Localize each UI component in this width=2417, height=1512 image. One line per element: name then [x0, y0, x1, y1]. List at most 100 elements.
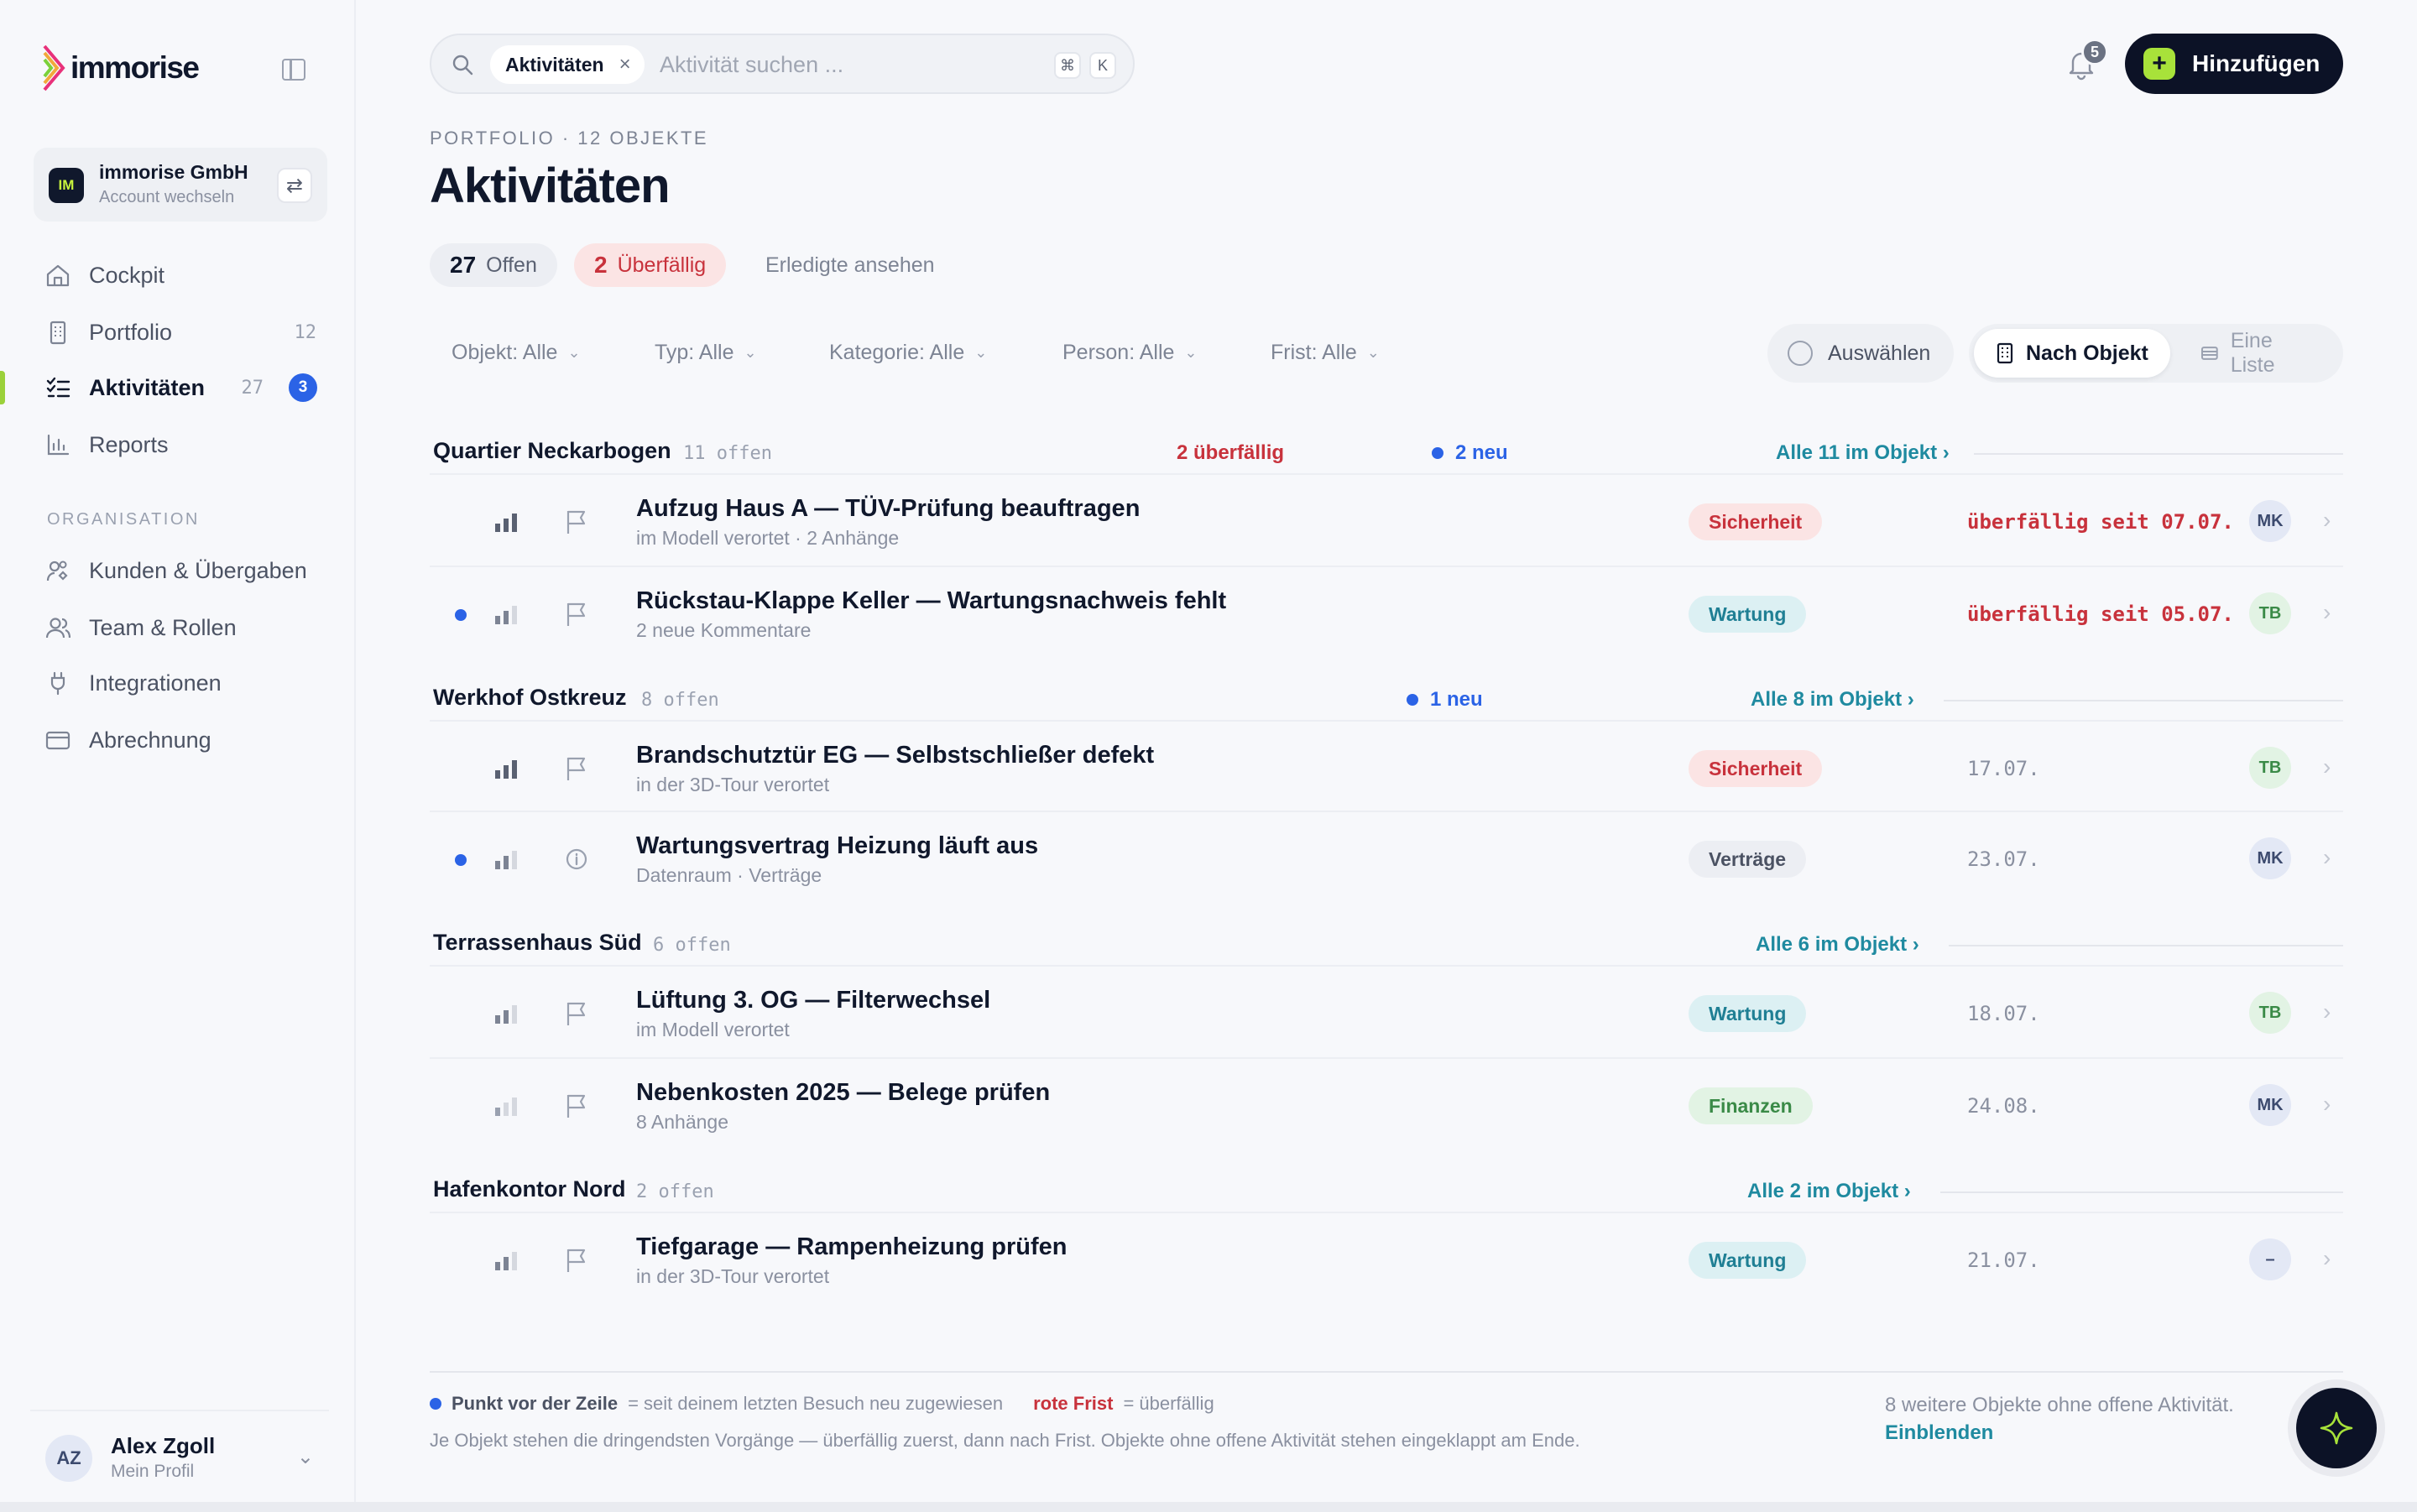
sidebar-item-abrechnung[interactable]: Abrechnung [44, 720, 321, 760]
overdue-count-badge[interactable]: 2 Überfällig [574, 243, 727, 287]
table-row[interactable]: Lüftung 3. OG — Filterwechsel im Modell … [430, 965, 2343, 1057]
home-icon [44, 261, 72, 289]
table-row[interactable]: Nebenkosten 2025 — Belege prüfen 8 Anhän… [430, 1057, 2343, 1150]
chevron-right-icon[interactable]: › [2323, 1245, 2331, 1272]
filter-label: Objekt: Alle [452, 341, 558, 364]
category-tag: Sicherheit [1689, 750, 1823, 787]
chevron-right-icon[interactable]: › [2323, 998, 2331, 1025]
search-input[interactable] [660, 47, 1012, 82]
due-date: 24.08. [1967, 1094, 2040, 1118]
assistant-button[interactable] [2296, 1388, 2377, 1468]
account-switch-label: Account wechseln [99, 188, 235, 206]
chevron-right-icon[interactable]: › [2323, 753, 2331, 780]
priority-icon [495, 606, 517, 624]
table-row[interactable]: Wartungsvertrag Heizung läuft aus Datenr… [430, 811, 2343, 903]
flag-icon[interactable] [564, 1092, 589, 1119]
assignee-avatar[interactable]: TB [2249, 592, 2291, 634]
group-all-link[interactable]: Alle 2 im Objekt › [1747, 1180, 1911, 1203]
row-subtitle: im Modell verortet [636, 1019, 790, 1040]
flag-icon[interactable] [564, 755, 589, 782]
due-date: überfällig seit 05.07. [1967, 602, 2234, 626]
plug-icon [44, 669, 72, 697]
team-icon [44, 613, 72, 642]
view-single-list[interactable]: Eine Liste [2179, 329, 2343, 378]
chevron-right-icon[interactable]: › [2323, 599, 2331, 626]
flag-icon[interactable] [564, 508, 589, 535]
group-all-link[interactable]: Alle 8 im Objekt › [1751, 688, 1914, 712]
row-subtitle: in der 3D-Tour verortet [636, 1265, 830, 1287]
chevron-right-icon[interactable]: › [2323, 844, 2331, 871]
table-row[interactable]: Rückstau-Klappe Keller — Wartungsnachwei… [430, 566, 2343, 658]
assignee-avatar[interactable]: MK [2249, 837, 2291, 879]
chevron-down-icon[interactable]: ⌄ [297, 1445, 314, 1469]
swap-icon[interactable]: ⇄ [277, 168, 312, 203]
sidebar-item-reports[interactable]: Reports [44, 425, 321, 465]
table-row[interactable]: Aufzug Haus A — TÜV-Prüfung beauftragen … [430, 473, 2343, 566]
sidebar-item-cockpit[interactable]: Cockpit [44, 255, 321, 295]
priority-icon [495, 851, 517, 869]
sidebar-item-label: Cockpit [89, 262, 165, 288]
row-subtitle: 2 neue Kommentare [636, 619, 812, 641]
filter-typ[interactable]: Typ: Alle ⌄ [655, 341, 757, 365]
bar-chart-icon [44, 430, 72, 459]
show-hidden-link[interactable]: Einblenden [1885, 1421, 1993, 1444]
view-by-object[interactable]: Nach Objekt [1974, 329, 2170, 378]
category-tag: Finanzen [1689, 1087, 1813, 1124]
assignee-avatar[interactable]: MK [2249, 1084, 2291, 1126]
due-date: 21.07. [1967, 1249, 2040, 1272]
new-dot [455, 609, 467, 621]
sidebar-item-team[interactable]: Team & Rollen [44, 607, 321, 648]
assignee-avatar[interactable]: TB [2249, 747, 2291, 789]
footer-divider [430, 1371, 2343, 1373]
profile-menu[interactable]: AZ Alex Zgoll Mein Profil ⌄ [30, 1410, 329, 1490]
search-scope-chip[interactable]: Aktivitäten × [490, 45, 645, 84]
search-bar[interactable]: Aktivitäten × ⌘ K [430, 34, 1135, 94]
open-label: Offen [486, 253, 537, 277]
group-all-label: Alle 2 im Objekt [1747, 1180, 1899, 1202]
sidebar-item-kunden[interactable]: Kunden & Übergaben [44, 550, 321, 591]
row-subtitle: in der 3D-Tour verortet [636, 774, 830, 795]
select-button[interactable]: Auswählen [1767, 324, 1954, 383]
sidebar-collapse-icon[interactable] [282, 59, 305, 81]
breadcrumb: PORTFOLIO · 12 OBJEKTE [430, 128, 709, 149]
flag-icon[interactable] [564, 601, 589, 628]
group-all-link[interactable]: Alle 6 im Objekt › [1756, 933, 1919, 957]
group-new: 1 neu [1407, 688, 1483, 712]
filter-frist[interactable]: Frist: Alle ⌄ [1271, 341, 1380, 365]
assignee-avatar[interactable]: – [2249, 1238, 2291, 1280]
sidebar: immorise IM immorise GmbH Account wechse… [0, 0, 356, 1502]
sidebar-item-aktivitaeten[interactable]: Aktivitäten 27 3 [44, 368, 321, 408]
group-divider [1944, 700, 2343, 701]
table-row[interactable]: Brandschutztür EG — Selbstschließer defe… [430, 720, 2343, 812]
add-button[interactable]: + Hinzufügen [2125, 34, 2343, 94]
flag-icon[interactable] [564, 1247, 589, 1274]
sidebar-item-integrationen[interactable]: Integrationen [44, 663, 321, 703]
group-all-label: Alle 11 im Objekt [1776, 441, 1938, 464]
assignee-avatar[interactable]: MK [2249, 500, 2291, 542]
chevron-down-icon: ⌄ [974, 344, 988, 361]
done-link[interactable]: Erledigte ansehen [765, 253, 935, 278]
filter-person[interactable]: Person: Alle ⌄ [1062, 341, 1198, 365]
filter-label: Kategorie: Alle [829, 341, 965, 364]
open-count-badge[interactable]: 27 Offen [430, 243, 557, 287]
info-icon[interactable] [564, 846, 589, 873]
group-header: Quartier Neckarbogen 11 offen 2 überfäll… [433, 435, 2343, 468]
group-header: Werkhof Ostkreuz 8 offen 1 neu Alle 8 im… [433, 681, 2343, 715]
close-icon[interactable]: × [619, 45, 631, 84]
row-title: Wartungsvertrag Heizung läuft aus [636, 832, 1039, 859]
filter-label: Person: Alle [1062, 341, 1175, 364]
filter-objekt[interactable]: Objekt: Alle ⌄ [452, 341, 581, 365]
table-row[interactable]: Tiefgarage — Rampenheizung prüfen in der… [430, 1212, 2343, 1304]
sidebar-item-portfolio[interactable]: Portfolio 12 [44, 312, 321, 352]
chevron-right-icon[interactable]: › [2323, 1091, 2331, 1118]
brand-logo[interactable]: immorise [42, 44, 200, 92]
assignee-avatar[interactable]: TB [2249, 992, 2291, 1034]
view-toggle: Nach Objekt Eine Liste [1969, 324, 2343, 383]
group-all-link[interactable]: Alle 11 im Objekt › [1776, 441, 1950, 465]
chevron-right-icon[interactable]: › [2323, 507, 2331, 534]
credit-card-icon [44, 726, 72, 754]
filter-kategorie[interactable]: Kategorie: Alle ⌄ [829, 341, 987, 365]
account-switcher[interactable]: IM immorise GmbH Account wechseln ⇄ [34, 148, 327, 222]
flag-icon[interactable] [564, 1000, 589, 1027]
hidden-objects-text: 8 weitere Objekte ohne offene Aktivität. [1885, 1394, 2234, 1416]
